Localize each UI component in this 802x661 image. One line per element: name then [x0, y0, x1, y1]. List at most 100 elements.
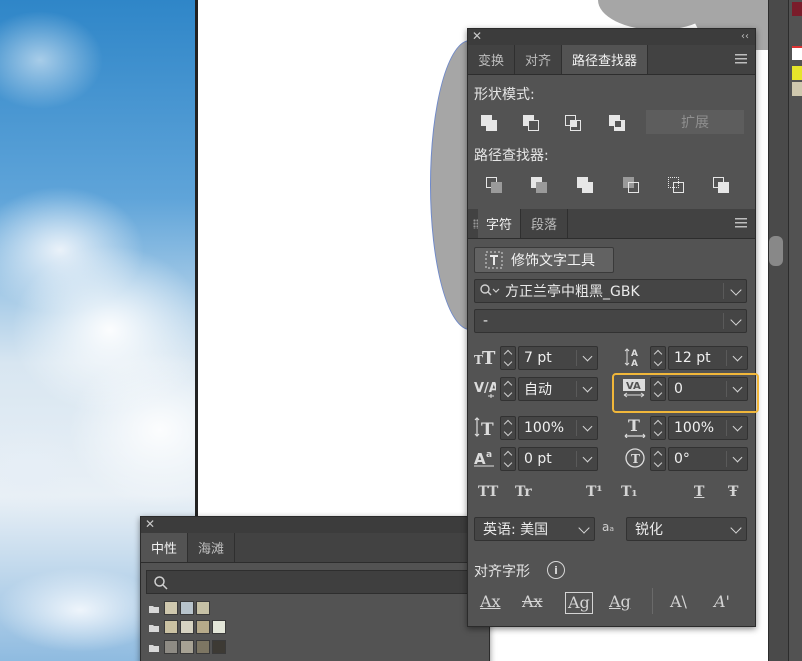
swatch-chip[interactable] — [792, 2, 802, 16]
intersect-button[interactable] — [560, 110, 590, 136]
chevron-down-icon[interactable] — [732, 452, 743, 463]
minus-front-button[interactable] — [518, 110, 548, 136]
touch-type-tool-button[interactable]: 修饰文字工具 — [474, 247, 614, 273]
chevron-down-icon[interactable] — [582, 351, 593, 362]
scrollbar-thumb[interactable] — [769, 236, 783, 266]
chevron-down-icon[interactable] — [732, 421, 743, 432]
antialias-value: 锐化 — [635, 522, 663, 538]
tab-align[interactable]: 对齐 — [515, 45, 563, 74]
chevron-down-icon[interactable] — [732, 382, 743, 393]
svg-text:A: A — [631, 349, 638, 359]
leading-stepper[interactable] — [650, 346, 666, 370]
antialias-select[interactable]: 锐化 — [626, 517, 747, 541]
tracking-stepper[interactable] — [650, 377, 666, 401]
swatch-chip[interactable] — [164, 620, 178, 634]
exclude-button[interactable] — [604, 110, 634, 136]
font-family-select[interactable]: 方正兰亭中粗黑_GBK — [474, 279, 747, 303]
font-size-stepper[interactable] — [500, 346, 516, 370]
snap-glyph-bounds-button[interactable]: Ag — [565, 592, 593, 614]
svg-text:V/A: V/A — [474, 381, 496, 396]
strikethrough-button[interactable]: Ŧ — [728, 484, 738, 504]
vertical-scale-stepper[interactable] — [500, 416, 516, 440]
baseline-shift-input[interactable]: 0 pt — [518, 447, 598, 471]
baseline-shift-icon: Aa — [474, 447, 496, 469]
swatch-chip[interactable] — [792, 66, 802, 80]
panel-titlebar[interactable]: ✕ ‹‹ — [468, 29, 755, 45]
snap-x-height-button[interactable]: Ax — [522, 592, 543, 616]
trim-button[interactable] — [526, 172, 556, 198]
swatch-chip[interactable] — [180, 620, 194, 634]
snap-anchor-button[interactable]: A' — [714, 592, 730, 616]
tab-transform[interactable]: 变换 — [468, 45, 516, 74]
swatch-chip[interactable] — [792, 82, 802, 96]
swatch-chip[interactable] — [212, 620, 226, 634]
tab-neutral[interactable]: 中性 — [141, 533, 189, 562]
svg-text:T: T — [482, 348, 496, 368]
swatch-chip[interactable] — [196, 601, 210, 615]
vertical-scale-input[interactable]: 100% — [518, 416, 598, 440]
outline-button[interactable] — [663, 172, 693, 198]
kerning-input[interactable]: 自动 — [518, 377, 598, 401]
panel-titlebar[interactable]: ✕ — [141, 517, 489, 533]
swatch-search-input[interactable] — [146, 570, 486, 594]
language-select[interactable]: 英语: 美国 — [474, 517, 595, 541]
tab-paragraph[interactable]: 段落 — [521, 209, 569, 238]
info-icon[interactable]: i — [547, 561, 565, 579]
rotation-stepper[interactable] — [650, 447, 666, 471]
collapse-icon[interactable]: ‹‹ — [741, 29, 749, 44]
folder-icon — [148, 642, 160, 652]
leading-value: 12 pt — [674, 350, 711, 366]
baseline-shift-stepper[interactable] — [500, 447, 516, 471]
chevron-down-icon[interactable] — [582, 421, 593, 432]
merge-button[interactable] — [572, 172, 602, 198]
panel-menu-icon[interactable] — [735, 54, 747, 64]
panel-menu-icon[interactable] — [735, 218, 747, 228]
tab-character[interactable]: 字符 — [478, 209, 522, 238]
chevron-down-icon[interactable] — [578, 522, 590, 534]
minus-back-button[interactable] — [708, 172, 738, 198]
close-icon[interactable]: ✕ — [472, 29, 482, 44]
snap-proximity-button[interactable]: Ag — [609, 592, 631, 616]
expand-button[interactable]: 扩展 — [646, 110, 744, 134]
tracking-icon: VA — [622, 377, 646, 399]
crop-button[interactable] — [618, 172, 648, 198]
font-size-input[interactable]: 7 pt — [518, 346, 598, 370]
tracking-input[interactable]: 0 — [668, 377, 748, 401]
chevron-down-icon[interactable] — [730, 284, 742, 296]
swatch-chip[interactable] — [196, 640, 210, 654]
horizontal-scale-input[interactable]: 100% — [668, 416, 748, 440]
snap-angular-button[interactable]: A\ — [670, 592, 687, 616]
chevron-down-icon[interactable] — [582, 452, 593, 463]
superscript-button[interactable]: T¹ — [586, 484, 603, 504]
chevron-down-icon[interactable] — [730, 522, 742, 534]
swatch-chip[interactable] — [212, 640, 226, 654]
small-caps-button[interactable]: Tr — [515, 484, 532, 504]
underline-button[interactable]: T — [694, 484, 704, 504]
unite-button[interactable] — [476, 110, 506, 136]
kerning-stepper[interactable] — [500, 377, 516, 401]
swatch-chip[interactable] — [164, 601, 178, 615]
swatch-chip[interactable] — [164, 640, 178, 654]
close-icon[interactable]: ✕ — [145, 517, 155, 532]
leading-input[interactable]: 12 pt — [668, 346, 748, 370]
swatch-chip[interactable] — [180, 640, 194, 654]
horizontal-scale-stepper[interactable] — [650, 416, 666, 440]
rotation-input[interactable]: 0° — [668, 447, 748, 471]
swatch-chip[interactable] — [196, 620, 210, 634]
tab-pathfinder[interactable]: 路径查找器 — [562, 45, 649, 74]
chevron-down-icon[interactable] — [730, 314, 742, 326]
chevron-down-icon[interactable] — [732, 351, 743, 362]
chevron-down-icon[interactable] — [582, 382, 593, 393]
baseline-shift-value: 0 pt — [524, 451, 552, 467]
tab-beach[interactable]: 海滩 — [188, 533, 236, 562]
svg-text:A: A — [474, 450, 486, 468]
vertical-scrollbar[interactable] — [768, 0, 788, 661]
all-caps-button[interactable]: TT — [478, 484, 498, 504]
swatch-chip[interactable] — [792, 46, 802, 60]
snap-baseline-button[interactable]: Ax — [480, 592, 501, 616]
font-style-select[interactable]: - — [474, 309, 747, 333]
swatch-chip[interactable] — [180, 601, 194, 615]
language-value: 英语: 美国 — [483, 522, 549, 538]
divide-button[interactable] — [481, 172, 511, 198]
subscript-button[interactable]: T₁ — [621, 484, 638, 504]
